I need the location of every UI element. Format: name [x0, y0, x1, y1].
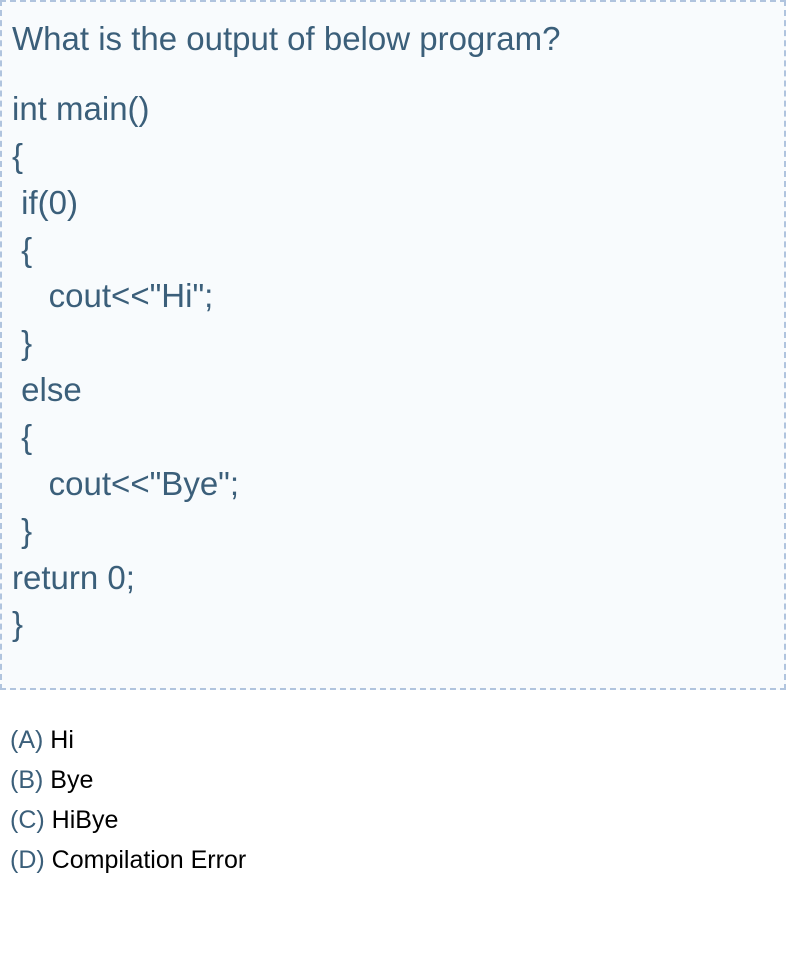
answer-label: (D): [10, 846, 45, 874]
answer-text: Bye: [43, 766, 93, 794]
answer-label: (B): [10, 766, 43, 794]
answer-option-a[interactable]: (A) Hi: [10, 720, 776, 760]
code-block: int main() { if(0) { cout<<"Hi"; } else …: [12, 86, 774, 648]
answer-label: (A): [10, 726, 43, 754]
answer-label: (C): [10, 806, 45, 834]
answer-text: HiBye: [45, 806, 119, 834]
answer-option-c[interactable]: (C) HiBye: [10, 800, 776, 840]
answer-option-d[interactable]: (D) Compilation Error: [10, 840, 776, 880]
answers-list: (A) Hi (B) Bye (C) HiBye (D) Compilation…: [0, 690, 786, 890]
answer-text: Hi: [43, 726, 74, 754]
question-title: What is the output of below program?: [12, 20, 774, 58]
answer-option-b[interactable]: (B) Bye: [10, 760, 776, 800]
question-box: What is the output of below program? int…: [0, 0, 786, 690]
answer-text: Compilation Error: [45, 846, 246, 874]
